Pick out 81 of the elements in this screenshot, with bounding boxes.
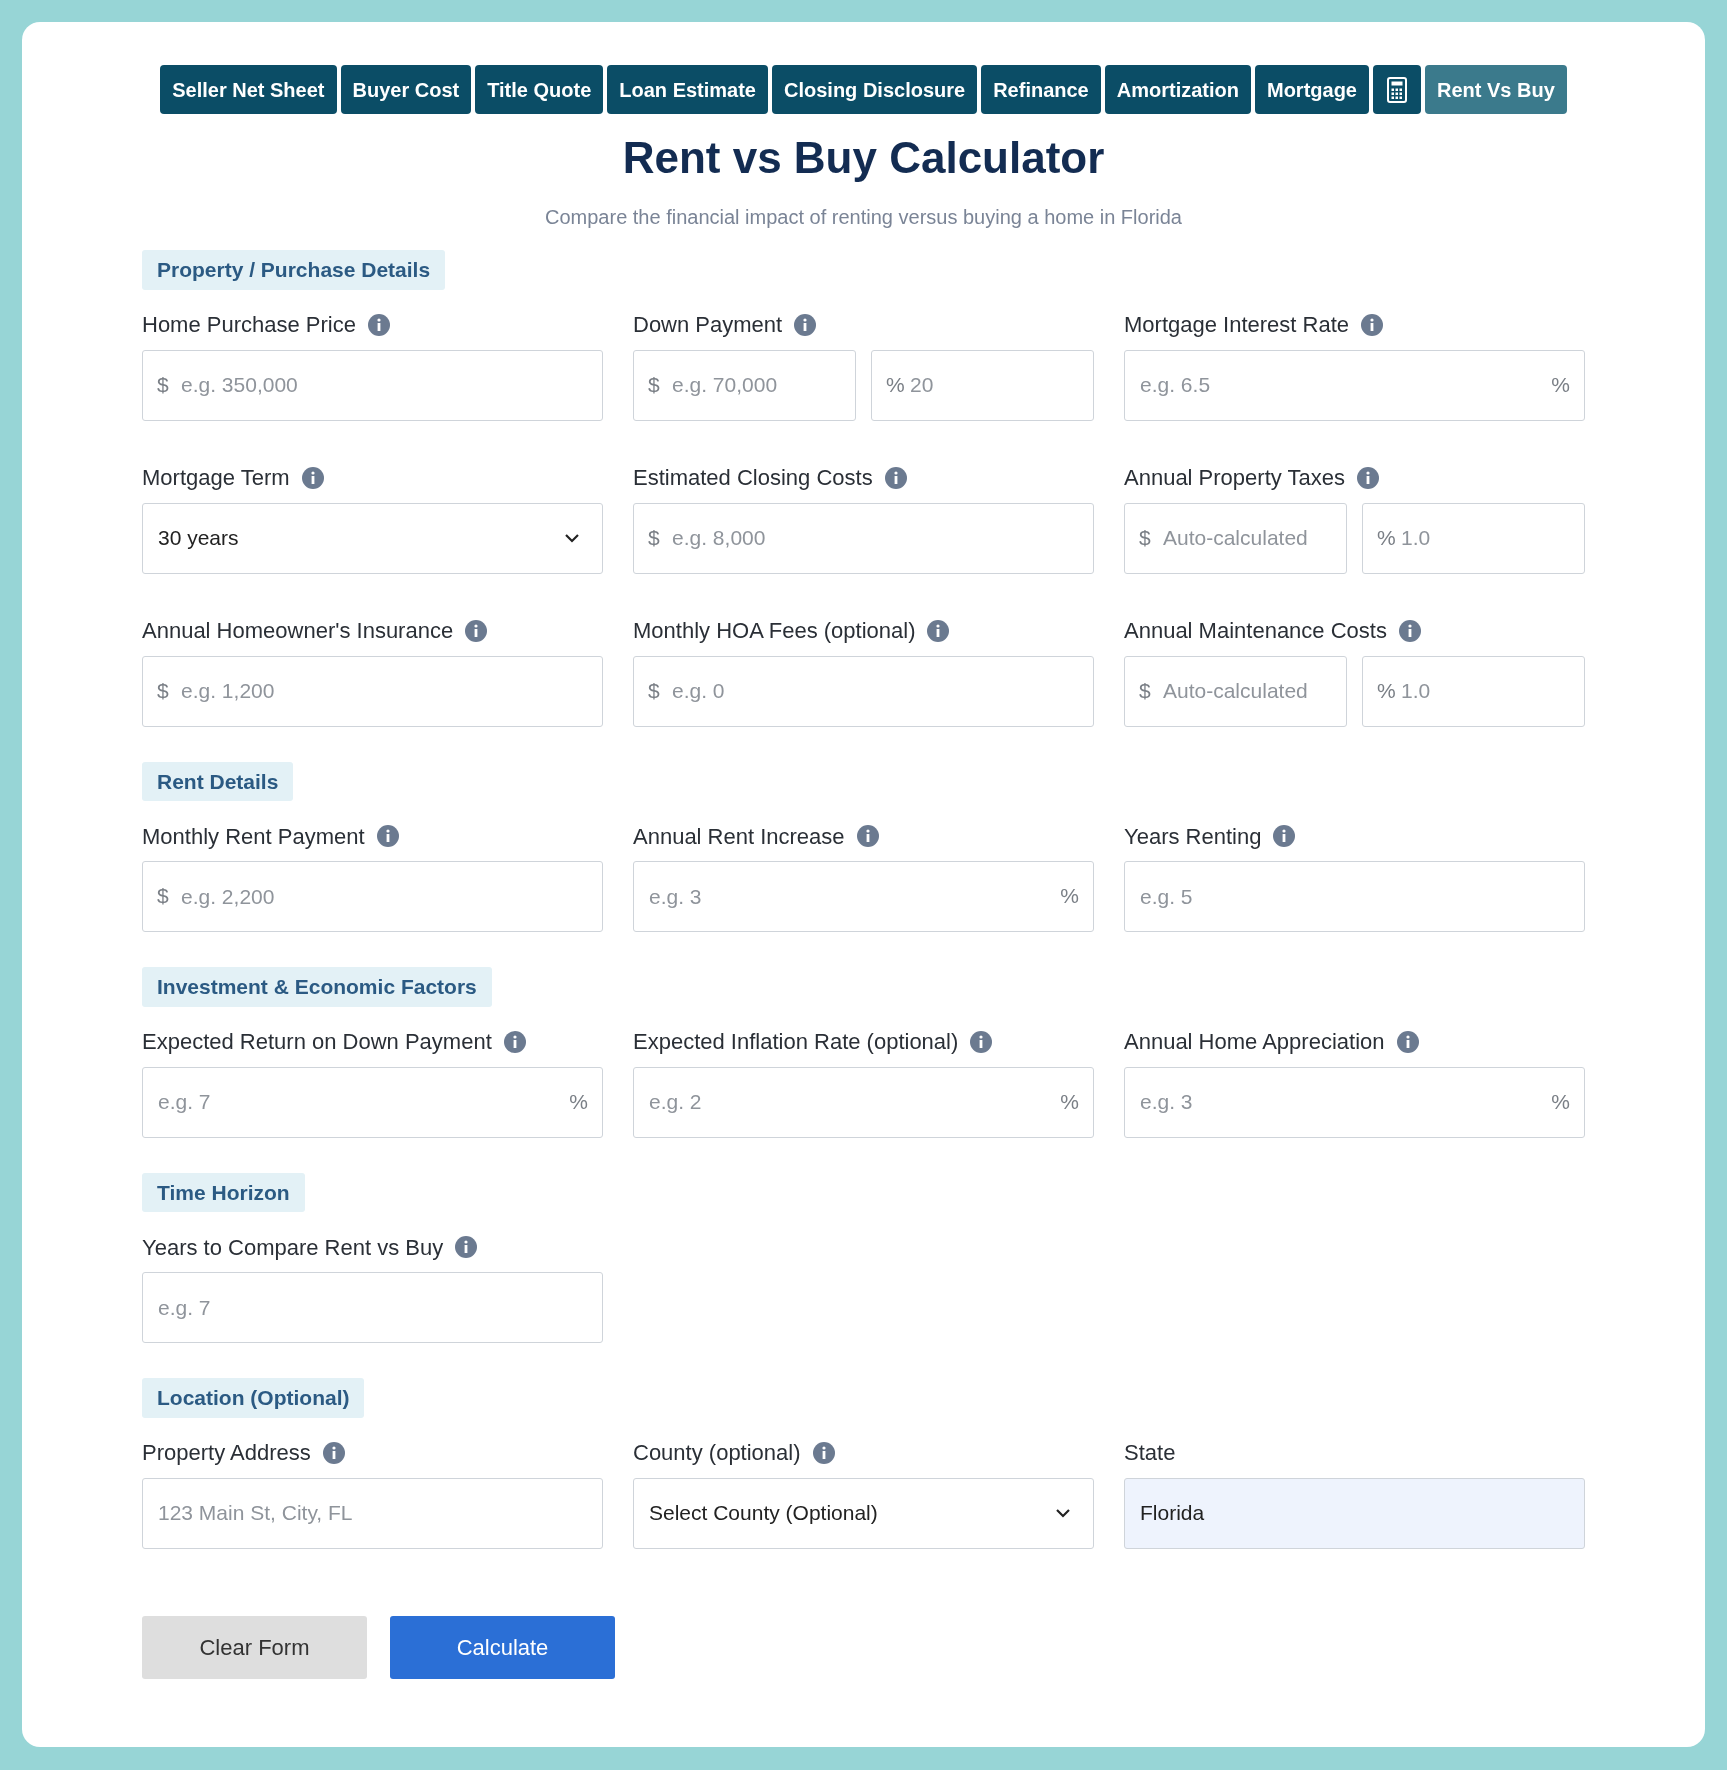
nav-tab[interactable]: Refinance xyxy=(981,65,1101,114)
field-label: Years Renting xyxy=(1124,822,1262,851)
field-label: Annual Homeowner's Insurance xyxy=(142,617,454,645)
info-icon[interactable] xyxy=(812,1441,835,1464)
input-suffix: % xyxy=(569,1088,588,1115)
input-field[interactable]: e.g. 7 xyxy=(142,1272,603,1343)
input-suffix: % xyxy=(1060,883,1079,909)
info-icon[interactable] xyxy=(301,466,324,489)
info-icon[interactable] xyxy=(884,466,907,489)
readonly-field: Florida xyxy=(1124,1477,1585,1549)
field-label: Annual Property Taxes xyxy=(1124,464,1345,492)
calculator-icon xyxy=(1386,76,1407,103)
section-heading: Location (Optional) xyxy=(142,1378,365,1418)
calculate-button[interactable]: Calculate xyxy=(390,1615,615,1679)
field-label: Monthly HOA Fees (optional) xyxy=(633,617,916,645)
field-label: Annual Home Appreciation xyxy=(1124,1028,1385,1056)
info-icon[interactable] xyxy=(970,1030,993,1053)
field-label: Down Payment xyxy=(633,311,783,339)
select-dropdown[interactable]: Select County (Optional) xyxy=(633,1477,1094,1549)
input-prefix: $ xyxy=(648,677,660,704)
input-prefix: % xyxy=(886,371,905,398)
info-icon[interactable] xyxy=(927,619,950,642)
field-label: State xyxy=(1124,1439,1176,1467)
info-icon[interactable] xyxy=(1356,466,1379,489)
info-icon[interactable] xyxy=(856,825,879,847)
input-field[interactable]: e.g. 5 xyxy=(1124,861,1585,932)
info-icon[interactable] xyxy=(1273,825,1296,847)
input-field[interactable]: 123 Main St, City, FL xyxy=(142,1477,603,1549)
nav-tab[interactable]: Closing Disclosure xyxy=(772,65,978,114)
page-title: Rent vs Buy Calculator xyxy=(622,132,1105,184)
field-label: Mortgage Term xyxy=(142,464,290,492)
input-prefix: $ xyxy=(1139,677,1151,704)
info-icon[interactable] xyxy=(455,1236,478,1258)
info-icon[interactable] xyxy=(1398,619,1421,642)
select-dropdown[interactable]: 30 years xyxy=(142,502,603,574)
field-label: Annual Rent Increase xyxy=(633,822,845,851)
nav-tab[interactable]: Title Quote xyxy=(475,65,604,114)
field-label: Years to Compare Rent vs Buy xyxy=(142,1233,444,1262)
field-label: Annual Maintenance Costs xyxy=(1124,617,1387,645)
field-label: Estimated Closing Costs xyxy=(633,464,873,492)
chevron-down-icon xyxy=(1055,1508,1071,1518)
info-icon[interactable] xyxy=(322,1441,345,1464)
field-label: Expected Return on Down Payment xyxy=(142,1028,492,1056)
chevron-down-icon xyxy=(564,533,580,543)
input-prefix: % xyxy=(1377,677,1396,704)
info-icon[interactable] xyxy=(465,619,488,642)
nav-tab[interactable]: Buyer Cost xyxy=(340,65,472,114)
field-label: County (optional) xyxy=(633,1439,801,1467)
input-suffix: % xyxy=(1551,371,1570,398)
nav-tab[interactable]: Loan Estimate xyxy=(607,65,768,114)
nav-tab[interactable]: Rent Vs Buy xyxy=(1424,65,1567,114)
section-heading: Time Horizon xyxy=(142,1172,305,1212)
nav-tab[interactable]: Amortization xyxy=(1104,65,1251,114)
page-subtitle: Compare the financial impact of renting versus buying a home in Florida xyxy=(545,205,1182,230)
clear-button[interactable]: Clear Form xyxy=(142,1615,367,1679)
section-heading: Investment & Economic Factors xyxy=(142,967,492,1007)
field-label: Expected Inflation Rate (optional) xyxy=(633,1028,959,1056)
info-icon[interactable] xyxy=(376,825,399,847)
input-prefix: $ xyxy=(1139,524,1151,551)
field-label: Mortgage Interest Rate xyxy=(1124,311,1349,339)
info-icon[interactable] xyxy=(794,313,817,336)
info-icon[interactable] xyxy=(503,1030,526,1053)
input-prefix: $ xyxy=(157,371,169,398)
calculator-tab[interactable] xyxy=(1372,65,1421,114)
nav-tab[interactable]: Seller Net Sheet xyxy=(160,65,337,114)
field-label: Property Address xyxy=(142,1439,311,1467)
input-suffix: % xyxy=(1060,1088,1079,1115)
input-prefix: $ xyxy=(648,524,660,551)
info-icon[interactable] xyxy=(368,313,390,336)
field-label: Home Purchase Price xyxy=(142,311,356,339)
info-icon[interactable] xyxy=(1396,1030,1419,1053)
input-prefix: $ xyxy=(157,677,169,704)
input-suffix: % xyxy=(1551,1088,1570,1115)
input-prefix: % xyxy=(1377,524,1396,551)
field-label: Monthly Rent Payment xyxy=(142,822,365,851)
section-heading: Rent Details xyxy=(142,761,294,801)
section-heading: Property / Purchase Details xyxy=(142,250,446,290)
nav-tab[interactable]: Mortgage xyxy=(1254,65,1369,114)
info-icon[interactable] xyxy=(1361,313,1383,336)
input-prefix: $ xyxy=(648,371,660,398)
input-prefix: $ xyxy=(157,883,169,909)
